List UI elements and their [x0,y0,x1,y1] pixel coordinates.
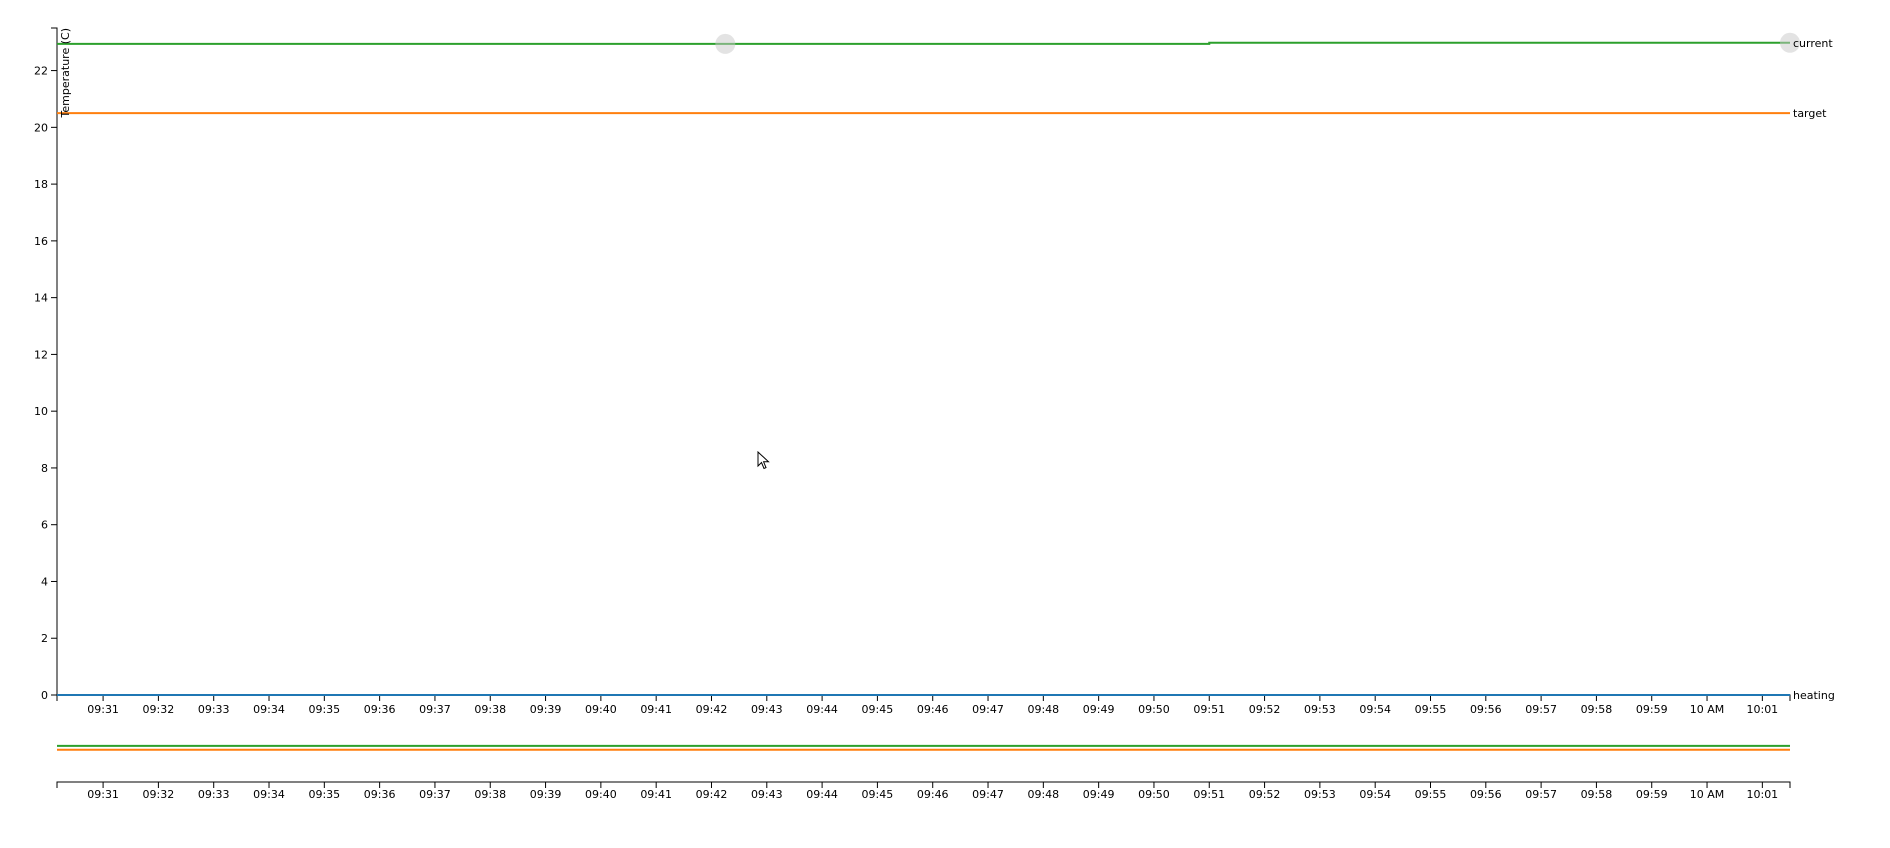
mouse-cursor-icon [757,451,771,471]
overview-x-tick-label: 09:41 [640,788,672,801]
x-tick-label: 09:41 [640,703,672,716]
series-label-target: target [1793,107,1827,120]
x-tick-label: 09:31 [87,703,119,716]
y-tick-label: 18 [34,178,48,191]
overview-x-axis: 09:31 09:32 09:33 09:34 09:35 09:36 09:37 09:38… [57,782,1790,801]
overview-x-tick-label: 09:38 [474,788,506,801]
x-tick-label: 09:48 [1027,703,1059,716]
overview-x-tick-label: 09:47 [972,788,1004,801]
y-tick-label: 2 [41,632,48,645]
series-lines [57,43,1790,695]
overview-x-tick-label: 09:34 [253,788,285,801]
chart-svg: 0 2 4 6 8 10 12 14 16 18 20 22 09:31 09:32 09:33 09:34… [0,0,1890,844]
x-tick-label: 09:42 [696,703,728,716]
overview-x-tick-label: 09:32 [143,788,175,801]
temperature-chart: 0 2 4 6 8 10 12 14 16 18 20 22 09:31 09:32 09:33 09:34… [0,0,1890,844]
x-tick-label: 09:55 [1415,703,1447,716]
overview-x-tick-label: 09:46 [917,788,949,801]
overview-x-tick-label: 09:52 [1249,788,1281,801]
overview-brush[interactable]: 09:31 09:32 09:33 09:34 09:35 09:36 09:37 09:38… [57,746,1790,801]
x-tick-label: 09:43 [751,703,783,716]
y-axis-title: Temperature (C) [59,28,72,118]
overview-x-tick-label: 09:43 [751,788,783,801]
y-tick-label: 4 [41,575,48,588]
overview-x-tick-label: 09:48 [1027,788,1059,801]
x-tick-label: 09:37 [419,703,451,716]
overview-x-tick-label: 09:35 [308,788,340,801]
y-tick-label: 8 [41,462,48,475]
x-tick-label: 09:57 [1525,703,1557,716]
x-tick-label: 09:45 [862,703,894,716]
overview-x-tick-label: 09:33 [198,788,230,801]
data-point-marker[interactable] [715,34,735,54]
x-tick-label: 09:35 [308,703,340,716]
overview-x-tick-label: 09:54 [1359,788,1391,801]
overview-x-tick-label: 09:51 [1193,788,1225,801]
x-tick-label: 09:34 [253,703,285,716]
overview-x-tick-label: 09:44 [806,788,838,801]
x-tick-label: 09:46 [917,703,949,716]
x-tick-label: 09:32 [143,703,175,716]
y-tick-label: 14 [34,292,48,305]
x-tick-label: 09:58 [1581,703,1613,716]
x-tick-label: 09:50 [1138,703,1170,716]
x-tick-label: 10 AM [1690,703,1725,716]
overview-x-tick-label: 09:56 [1470,788,1502,801]
overview-x-tick-label: 10 AM [1690,788,1725,801]
x-tick-label: 09:39 [530,703,562,716]
y-tick-label: 20 [34,121,48,134]
overview-x-tick-label: 09:59 [1636,788,1668,801]
series-labels: current target heating [1793,37,1835,702]
overview-x-tick-label: 09:31 [87,788,119,801]
y-tick-label: 22 [34,65,48,78]
x-tick-label: 09:40 [585,703,617,716]
overview-x-tick-label: 09:39 [530,788,562,801]
overview-x-tick-label: 09:42 [696,788,728,801]
overview-x-tick-label: 09:37 [419,788,451,801]
overview-x-tick-label: 09:40 [585,788,617,801]
y-axis-line [51,28,57,695]
x-tick-label: 09:33 [198,703,230,716]
overview-x-tick-label: 09:36 [364,788,396,801]
main-plot: 0 2 4 6 8 10 12 14 16 18 20 22 09:31 09:32 09:33 09:34… [34,28,1835,716]
x-tick-label: 09:44 [806,703,838,716]
overview-x-tick-label: 09:58 [1581,788,1613,801]
overview-x-tick-label: 09:53 [1304,788,1336,801]
series-label-current: current [1793,37,1833,50]
x-tick-label: 09:59 [1636,703,1668,716]
y-tick-label: 12 [34,348,48,361]
x-tick-label: 09:49 [1083,703,1115,716]
y-tick-label: 0 [41,689,48,702]
overview-x-tick-label: 09:45 [862,788,894,801]
y-tick-label: 6 [41,519,48,532]
x-axis: 09:31 09:32 09:33 09:34 09:35 09:36 09:37 09:38… [57,695,1790,716]
x-tick-label: 09:36 [364,703,396,716]
overview-x-tick-label: 09:55 [1415,788,1447,801]
x-tick-label: 09:47 [972,703,1004,716]
y-tick-label: 16 [34,235,48,248]
overview-x-tick-label: 10:01 [1746,788,1778,801]
x-tick-label: 10:01 [1746,703,1778,716]
x-tick-label: 09:53 [1304,703,1336,716]
x-tick-label: 09:56 [1470,703,1502,716]
overview-x-tick-label: 09:50 [1138,788,1170,801]
series-label-heating: heating [1793,689,1835,702]
x-tick-label: 09:52 [1249,703,1281,716]
x-tick-label: 09:54 [1359,703,1391,716]
x-tick-label: 09:51 [1193,703,1225,716]
overview-x-tick-label: 09:57 [1525,788,1557,801]
y-axis: 0 2 4 6 8 10 12 14 16 18 20 22 [34,28,57,702]
x-tick-label: 09:38 [474,703,506,716]
overview-lines [57,746,1790,750]
series-line-current [57,43,1790,44]
y-tick-label: 10 [34,405,48,418]
overview-x-tick-label: 09:49 [1083,788,1115,801]
